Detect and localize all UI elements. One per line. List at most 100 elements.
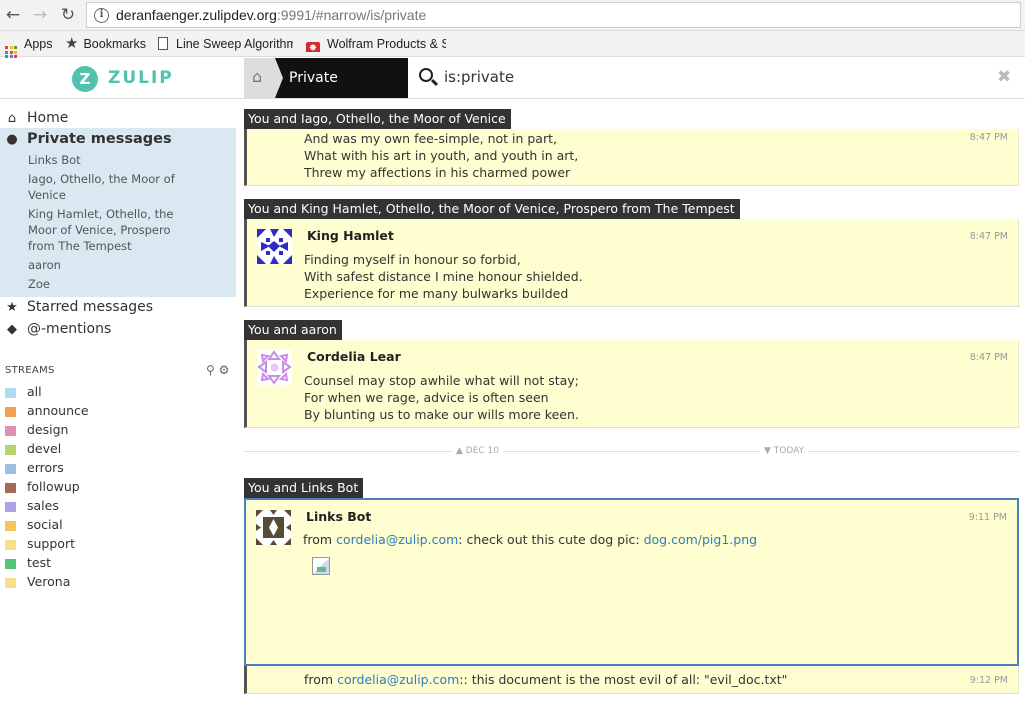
recipient-bar[interactable]: You and Links Bot <box>244 478 364 498</box>
home-tab[interactable]: ⌂ <box>244 58 275 98</box>
zulip-logo-icon: Z <box>72 66 98 92</box>
brand-name: ZULIP <box>108 68 174 88</box>
message-line: For when we rage, advice is often seen <box>304 390 549 405</box>
message-line: What with his art in youth, and youth in… <box>304 148 579 163</box>
message-time[interactable]: 8:47 PM <box>970 231 1008 242</box>
date-divider-label: ▲ DEC 10 <box>452 446 504 456</box>
stream-name: errors <box>27 460 64 475</box>
date-divider <box>244 451 1019 452</box>
stream-color-swatch <box>5 426 16 436</box>
pm-conversation[interactable]: aaron <box>28 257 208 273</box>
stream-color-swatch <box>5 388 16 398</box>
home-icon: ⌂ <box>252 67 263 86</box>
message-list: You and Iago, Othello, the Moor of Venic… <box>244 100 1025 704</box>
search-streams-icon[interactable]: ⚲ <box>206 363 215 377</box>
pm-conversation[interactable]: Iago, Othello, the Moor of Venice <box>28 171 178 203</box>
message-line: By blunting us to make our wills more ke… <box>304 407 579 422</box>
recipient-bar[interactable]: You and Iago, Othello, the Moor of Venic… <box>244 109 511 129</box>
star-icon: ★ <box>65 35 79 52</box>
back-arrow-icon[interactable]: ← <box>3 5 23 25</box>
selected-message[interactable]: Links Bot 9:11 PM from cordelia@zulip.co… <box>244 498 1019 666</box>
close-icon[interactable]: ✖ <box>997 67 1011 87</box>
message-line: With safest distance I mine honour shiel… <box>304 269 583 284</box>
email-link[interactable]: cordelia@zulip.com <box>337 672 459 687</box>
wolfram-icon: ✸ <box>306 42 320 52</box>
stream-color-swatch <box>5 407 16 417</box>
message-line: Threw my affections in his charmed power <box>304 165 571 180</box>
message[interactable]: King Hamlet 8:47 PM Finding myself in ho… <box>244 219 1019 307</box>
user-icon: ● <box>6 132 18 147</box>
reload-icon[interactable]: ↻ <box>58 5 78 25</box>
bookmark-apps[interactable]: Apps <box>5 36 53 58</box>
address-bar[interactable]: i deranfaenger.zulipdev.org:9991/#narrow… <box>86 2 1021 28</box>
page-icon <box>158 37 168 50</box>
stream-color-swatch <box>5 540 16 550</box>
stream-color-swatch <box>5 521 16 531</box>
apps-grid-icon <box>5 46 17 58</box>
star-icon: ★ <box>6 300 18 315</box>
forward-arrow-icon[interactable]: → <box>30 5 50 25</box>
message[interactable]: from cordelia@zulip.com:: this document … <box>244 666 1019 694</box>
avatar[interactable] <box>257 229 292 264</box>
stream-name: Verona <box>27 574 71 589</box>
stream-name: design <box>27 422 69 437</box>
tab-private-messages[interactable]: Private Messages <box>275 58 408 126</box>
info-icon[interactable]: i <box>94 8 109 23</box>
message-line: from cordelia@zulip.com: check out this … <box>303 532 758 547</box>
sender-name[interactable]: Links Bot <box>306 509 371 524</box>
stream-name: devel <box>27 441 62 456</box>
message-time[interactable]: 8:47 PM <box>970 132 1008 143</box>
sender-name[interactable]: King Hamlet <box>307 228 394 243</box>
stream-color-swatch <box>5 578 16 588</box>
message-time[interactable]: 9:12 PM <box>970 675 1008 686</box>
avatar[interactable] <box>256 510 291 545</box>
broken-image-icon[interactable] <box>312 557 330 575</box>
message-time[interactable]: 8:47 PM <box>970 352 1008 363</box>
pm-conversation[interactable]: Links Bot <box>28 152 208 168</box>
pm-conversation[interactable]: Zoe <box>28 276 208 292</box>
image-link[interactable]: dog.com/pig1.png <box>644 532 757 547</box>
avatar[interactable] <box>257 350 292 385</box>
search-icon[interactable] <box>418 67 440 89</box>
stream-name: all <box>27 384 42 399</box>
app-header: Z ZULIP ⌂ Private Messages is:private ✖ <box>0 58 1025 126</box>
sender-name[interactable]: Cordelia Lear <box>307 349 401 364</box>
message-line: Experience for me many bulwarks builded <box>304 286 569 301</box>
home-icon: ⌂ <box>7 111 17 126</box>
stream-color-swatch <box>5 502 16 512</box>
stream-name: announce <box>27 403 89 418</box>
left-sidebar: ⌂ Home ● Private messages Links Bot Iago… <box>0 100 240 704</box>
stream-name: support <box>27 536 75 551</box>
message-line: And was my own fee-simple, not in part, <box>304 131 557 146</box>
message-line: from cordelia@zulip.com:: this document … <box>304 672 788 687</box>
stream-name: test <box>27 555 52 570</box>
stream-color-swatch <box>5 464 16 474</box>
bookmark-bookmarks[interactable]: ★ Bookmarks <box>65 36 146 52</box>
message-time[interactable]: 9:11 PM <box>969 512 1007 523</box>
stream-color-swatch <box>5 483 16 493</box>
message[interactable]: Cordelia Lear 8:47 PM Counsel may stop a… <box>244 340 1019 428</box>
bookmarks-bar: Apps ★ Bookmarks Line Sweep Algorithm ✸ Wo… <box>0 31 1025 58</box>
email-link[interactable]: cordelia@zulip.com <box>336 532 458 547</box>
recipient-bar[interactable]: You and King Hamlet, Othello, the Moor o… <box>244 199 740 219</box>
stream-color-swatch <box>5 559 16 569</box>
message-line: Counsel may stop awhile what will not st… <box>304 373 579 388</box>
date-divider-label: ▼ TODAY <box>760 446 809 456</box>
stream-name: sales <box>27 498 59 513</box>
bookmark-wolfram[interactable]: ✸ Wolfram Products & S <box>306 36 446 52</box>
gear-icon[interactable]: ⚙ <box>219 363 230 377</box>
pm-conversation[interactable]: King Hamlet, Othello, the Moor of Venice… <box>28 206 198 254</box>
stream-name: social <box>27 517 63 532</box>
browser-toolbar: ← → ↻ i deranfaenger.zulipdev.org:9991/#… <box>0 0 1025 31</box>
streams-tools: ⚲ ⚙ <box>206 363 229 377</box>
streams-header[interactable]: STREAMS <box>5 365 55 376</box>
bookmark-line-sweep[interactable]: Line Sweep Algorithm <box>158 36 293 52</box>
recipient-bar[interactable]: You and aaron <box>244 320 342 340</box>
stream-name: followup <box>27 479 80 494</box>
stream-color-swatch <box>5 445 16 455</box>
url-text[interactable]: deranfaenger.zulipdev.org:9991/#narrow/i… <box>116 7 426 23</box>
message-line: Finding myself in honour so forbid, <box>304 252 521 267</box>
message[interactable]: 8:47 PM And was my own fee-simple, not i… <box>244 129 1019 186</box>
search-input[interactable]: is:private <box>444 68 514 86</box>
tag-icon: ◆ <box>7 322 17 337</box>
